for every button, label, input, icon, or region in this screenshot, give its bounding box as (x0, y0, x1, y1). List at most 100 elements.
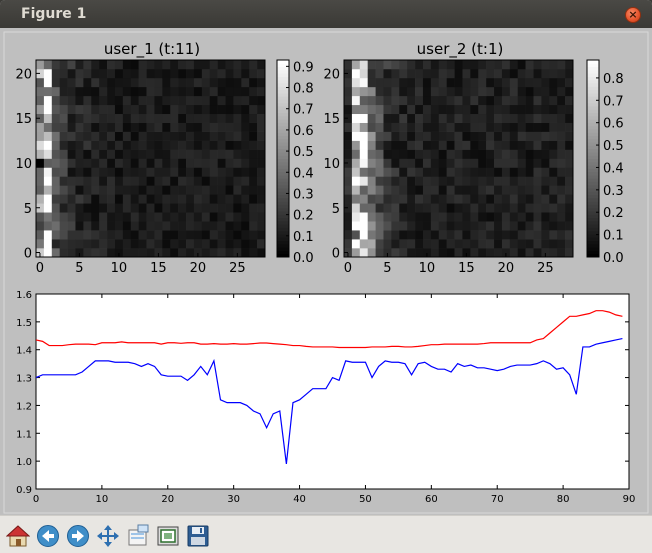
heatmap-cell (99, 212, 108, 222)
pan-button[interactable] (95, 523, 121, 549)
heatmap-cell (494, 104, 503, 115)
colorbar-step (277, 142, 289, 146)
colorbar-step (587, 181, 599, 186)
heatmap-cell (430, 239, 440, 249)
heatmap-cell (446, 60, 455, 70)
heatmap-cell (470, 86, 479, 97)
heatmap-cell (486, 248, 495, 258)
heatmap-cell (470, 104, 479, 115)
heatmap-cell (138, 194, 147, 204)
heatmap-cell (241, 113, 250, 123)
title-bar[interactable]: Figure 1 × (0, 0, 652, 29)
zoom-button[interactable] (125, 523, 151, 549)
heatmap-cell (178, 113, 187, 123)
heatmap-cell (209, 95, 218, 106)
heatmap-cell (415, 149, 424, 159)
home-button[interactable] (5, 523, 31, 549)
heatmap-cell (249, 221, 258, 231)
heatmap-cell (51, 176, 60, 186)
heatmap-cell (201, 176, 211, 186)
y-tick-label: 1.2 (16, 401, 32, 412)
heatmap-cell (422, 212, 432, 222)
colorbar-step (587, 138, 599, 143)
heatmap-cell (241, 149, 250, 159)
heatmap-cell (241, 95, 250, 106)
heatmap-cell (375, 122, 384, 132)
heatmap-cell (383, 104, 392, 115)
heatmap-cell (209, 77, 218, 88)
colorbar-step (277, 76, 289, 81)
heatmap-cell (59, 158, 68, 168)
heatmap-cell (36, 176, 45, 186)
heatmap-cell (351, 203, 361, 213)
colorbar-step (587, 105, 599, 110)
heatmap-cell (91, 60, 100, 70)
heatmap-cell (351, 167, 361, 177)
heatmap-cell (233, 86, 242, 97)
heatmap-cell (186, 221, 195, 231)
heatmap-cell (154, 60, 163, 70)
heatmap-cell (430, 60, 440, 70)
colorbar-step (587, 224, 599, 228)
heatmap-cell (517, 194, 526, 204)
heatmap-cell (478, 60, 487, 70)
heatmap-cell (107, 248, 116, 258)
heatmap-cell (91, 113, 100, 123)
colorbar-step (277, 161, 289, 166)
save-button[interactable] (185, 523, 211, 549)
heatmap-cell (375, 167, 384, 177)
heatmap-cell (257, 104, 266, 115)
heatmap-cell (59, 248, 68, 258)
colorbar-tick-label: 0.0 (293, 251, 314, 266)
heatmap-1-title: user_1 (t:11) (104, 40, 200, 59)
heatmap-cell (209, 140, 218, 150)
heatmap-cell (201, 77, 211, 88)
heatmap-2-title: user_2 (t:1) (417, 40, 504, 59)
colorbar-step (277, 119, 289, 123)
heatmap-cell (517, 113, 526, 123)
heatmap-cell (494, 230, 503, 240)
heatmap-cell (75, 212, 84, 222)
subplots-button[interactable] (155, 523, 181, 549)
heatmap-cell (201, 149, 211, 159)
heatmap-cell (446, 77, 455, 88)
colorbar-step (277, 96, 289, 100)
heatmap-cell (43, 140, 53, 150)
colorbar-step (587, 178, 599, 182)
heatmap-cell (391, 122, 400, 132)
heatmap-cell (122, 113, 132, 123)
back-button[interactable] (35, 523, 61, 549)
heatmap-cell (533, 158, 542, 168)
heatmap-cell (67, 104, 76, 115)
heatmap-cell (509, 158, 519, 168)
heatmap-cell (533, 149, 542, 159)
heatmap-cell (59, 185, 68, 195)
heatmap-cell (422, 113, 432, 123)
heatmap-cell (549, 248, 558, 258)
heatmap-cell (225, 104, 234, 115)
heatmap-cell (217, 203, 226, 213)
heatmap-cell (83, 86, 92, 97)
heatmap-cell (509, 221, 519, 231)
heatmap-cell (99, 185, 108, 195)
heatmap-cell (509, 131, 519, 141)
heatmap-cell (225, 167, 234, 177)
heatmap-cell (438, 122, 447, 132)
colorbar-step (587, 201, 599, 205)
colorbar-step (277, 230, 289, 235)
figure-canvas[interactable]: user_1 (t:11) 0 5 10 15 20 25 0 5 10 15 20 0.0 0.1 0… (0, 28, 652, 515)
heatmap-cell (478, 221, 487, 231)
heatmap-cell (43, 113, 53, 123)
heatmap-cell (359, 86, 368, 97)
forward-button[interactable] (65, 523, 91, 549)
heatmap-cell (67, 239, 76, 249)
close-button[interactable]: × (625, 7, 641, 23)
heatmap-cell (43, 248, 53, 258)
heatmap-cell (162, 104, 171, 115)
heatmap-cell (154, 230, 163, 240)
heatmap-cell (367, 131, 376, 141)
heatmap-cell (146, 131, 155, 141)
heatmap-cell (501, 167, 511, 177)
heatmap-cell (186, 104, 195, 115)
x-tick-label: 15 (458, 261, 475, 276)
